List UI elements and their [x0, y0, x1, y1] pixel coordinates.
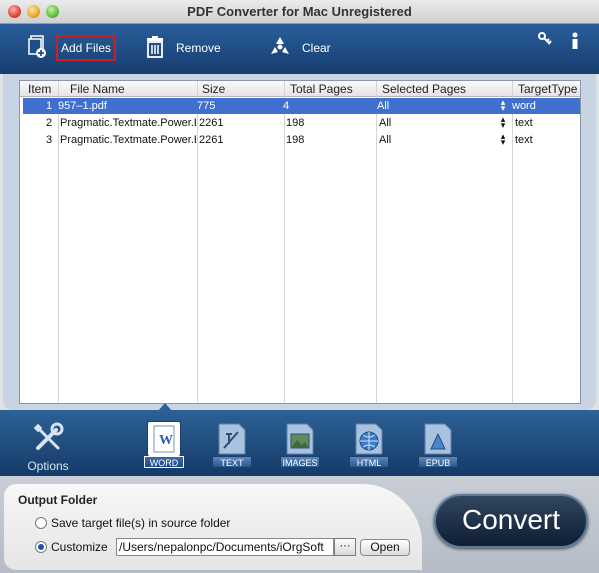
table-row[interactable]: 2 Pragmatic.Textmate.Power.E 2261 198 Al… — [23, 115, 580, 131]
table-header: Item File Name Size Total Pages Selected… — [20, 81, 580, 97]
open-folder-button[interactable]: Open — [360, 539, 410, 556]
cell-total-pages: 198 — [286, 134, 305, 146]
format-word-button[interactable]: W WORD — [144, 422, 184, 470]
bottom-area: Output Folder Save target file(s) in sou… — [0, 476, 599, 573]
column-header-file-name[interactable]: File Name — [70, 82, 125, 96]
options-button[interactable]: Options — [26, 422, 70, 473]
html-doc-icon — [353, 422, 385, 456]
column-header-selected-pages[interactable]: Selected Pages — [382, 82, 466, 96]
cell-file-name: Pragmatic.Textmate.Power.E — [60, 117, 196, 129]
cell-item: 1 — [46, 100, 53, 112]
cell-target-type[interactable]: text — [515, 134, 533, 146]
toolbar: Add Files Remove Clear — [0, 24, 599, 74]
column-header-size[interactable]: Size — [202, 82, 225, 96]
cell-total-pages: 4 — [283, 100, 290, 112]
stepper-arrows-icon[interactable]: ▴ ▾ — [499, 115, 507, 130]
format-label: HTML — [349, 456, 389, 468]
add-files-label: Add Files — [56, 35, 117, 61]
svg-text:W: W — [159, 433, 173, 448]
cell-target-type[interactable]: word — [512, 100, 536, 112]
app-window: PDF Converter for Mac Unregistered Add F… — [0, 0, 599, 573]
cell-selected-pages[interactable]: All — [379, 117, 391, 129]
cell-file-name: 957–1.pdf — [58, 100, 107, 112]
convert-button[interactable]: Convert — [434, 494, 588, 548]
info-icon[interactable] — [570, 32, 580, 49]
customize-label[interactable]: Customize — [51, 540, 108, 554]
key-icon[interactable] — [538, 32, 552, 46]
format-bar: Options W WORD TEXT IMAGES HTML EPUB — [0, 403, 599, 476]
stepper-arrows-icon[interactable]: ▴ ▾ — [499, 98, 507, 113]
add-files-button[interactable]: Add Files — [28, 34, 117, 62]
column-header-total-pages[interactable]: Total Pages — [290, 82, 353, 96]
title-bar: PDF Converter for Mac Unregistered — [0, 0, 599, 24]
output-folder-title: Output Folder — [18, 493, 98, 507]
format-label: IMAGES — [280, 456, 320, 468]
column-header-target-type[interactable]: TargetType — [518, 82, 577, 96]
cell-file-name: Pragmatic.Textmate.Power.E — [60, 134, 196, 146]
cell-size: 2261 — [199, 134, 224, 146]
cell-total-pages: 198 — [286, 117, 305, 129]
selected-format-pointer — [158, 403, 172, 411]
file-list-panel: Item File Name Size Total Pages Selected… — [3, 74, 596, 410]
format-text-button[interactable]: TEXT — [212, 422, 252, 470]
format-label: TEXT — [212, 456, 252, 468]
cell-size: 2261 — [199, 117, 224, 129]
format-html-button[interactable]: HTML — [349, 422, 389, 470]
text-doc-icon — [216, 422, 248, 456]
source-folder-radio[interactable] — [35, 517, 47, 529]
word-doc-icon: W — [148, 422, 180, 456]
table-row[interactable]: 1 957–1.pdf 775 4 All ▴ ▾ word — [23, 98, 580, 114]
customize-radio[interactable] — [35, 541, 47, 553]
format-label: WORD — [144, 456, 184, 468]
source-folder-label[interactable]: Save target file(s) in source folder — [51, 516, 230, 530]
remove-label: Remove — [176, 41, 221, 55]
cell-target-type[interactable]: text — [515, 117, 533, 129]
images-doc-icon — [284, 422, 316, 456]
clear-label: Clear — [302, 41, 331, 55]
output-folder-panel: Output Folder Save target file(s) in sou… — [4, 484, 422, 570]
output-path-field[interactable]: /Users/nepalonpc/Documents/iOrgSoft — [116, 538, 334, 556]
format-epub-button[interactable]: EPUB — [418, 422, 458, 470]
cell-selected-pages[interactable]: All — [379, 134, 391, 146]
clear-icon — [268, 36, 292, 61]
file-table[interactable]: Item File Name Size Total Pages Selected… — [19, 80, 581, 404]
cell-selected-pages[interactable]: All — [377, 100, 389, 112]
tools-icon — [32, 422, 64, 457]
format-images-button[interactable]: IMAGES — [280, 422, 320, 470]
column-header-item[interactable]: Item — [28, 82, 51, 96]
options-label: Options — [27, 459, 69, 473]
table-row[interactable]: 3 Pragmatic.Textmate.Power.E 2261 198 Al… — [23, 132, 580, 148]
cell-size: 775 — [197, 100, 216, 112]
cell-item: 2 — [46, 117, 53, 129]
window-title: PDF Converter for Mac Unregistered — [187, 4, 412, 19]
clear-button[interactable]: Clear — [268, 34, 331, 62]
remove-button[interactable]: Remove — [146, 34, 221, 62]
epub-doc-icon — [422, 422, 454, 456]
trash-icon — [146, 35, 164, 61]
browse-button[interactable]: ··· — [334, 538, 356, 556]
stepper-arrows-icon[interactable]: ▴ ▾ — [499, 132, 507, 147]
add-files-icon — [28, 34, 48, 62]
format-label: EPUB — [418, 456, 458, 468]
cell-item: 3 — [46, 134, 53, 146]
